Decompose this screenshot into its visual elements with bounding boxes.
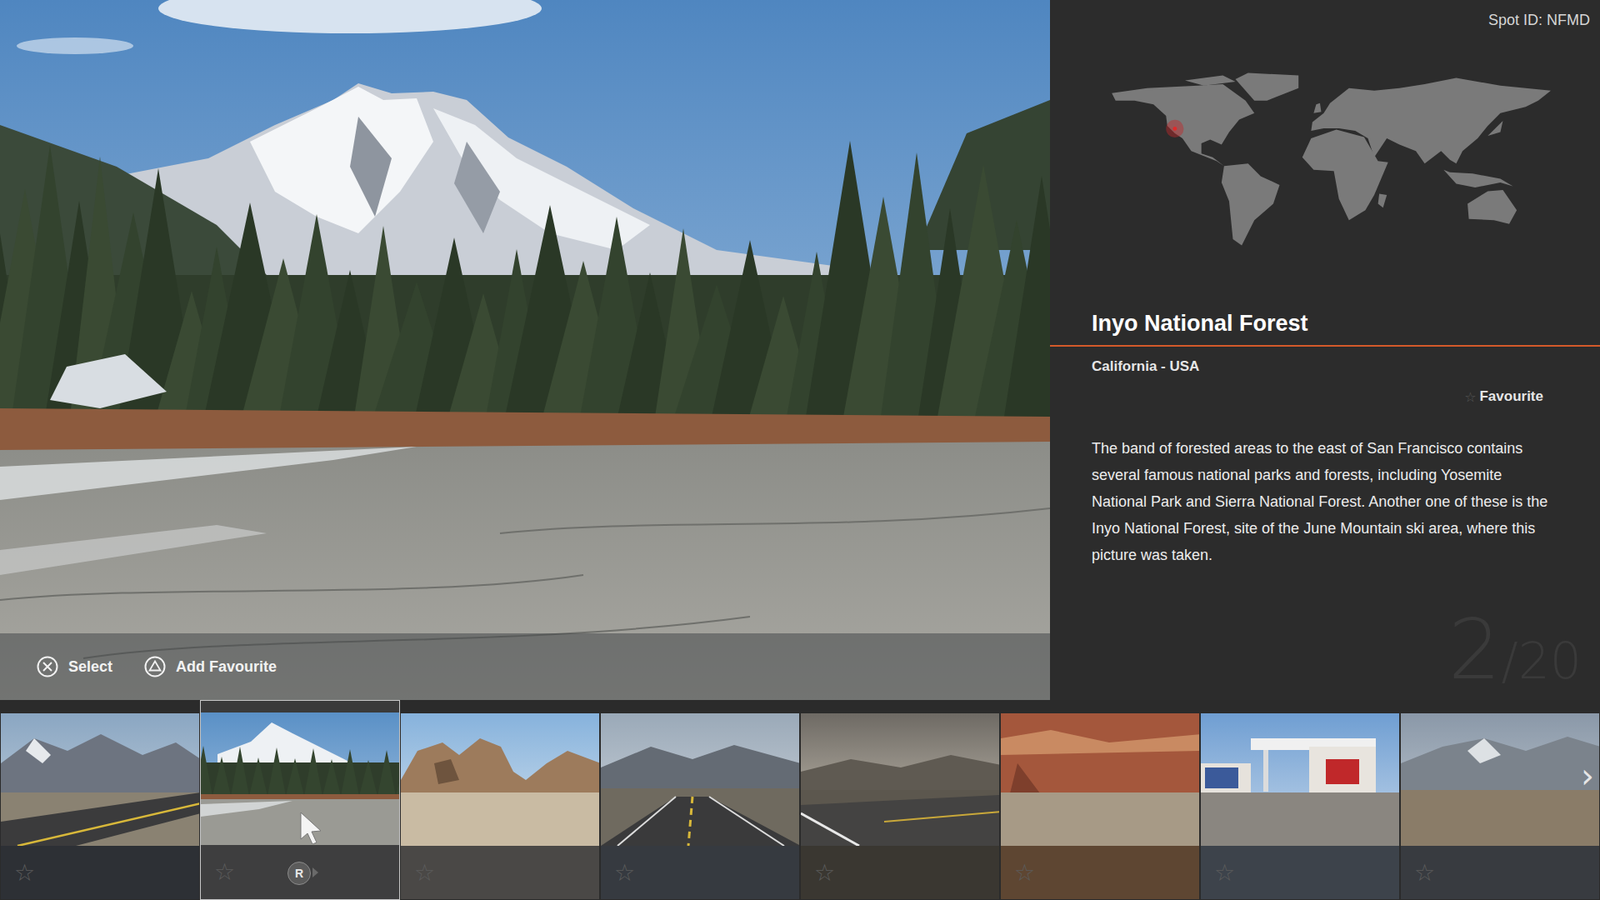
favourite-label: Favourite: [1479, 388, 1544, 405]
thumbnail-photo: [1200, 713, 1400, 846]
thumbnail-image: [800, 713, 1000, 846]
favourite-star-icon[interactable]: ☆: [414, 859, 435, 887]
photo-image: [0, 0, 1050, 700]
favourite-star-icon[interactable]: ☆: [814, 859, 835, 887]
thumbnail-bar: ☆R: [200, 845, 400, 900]
next-arrow-icon[interactable]: ›: [1580, 759, 1595, 793]
cursor-icon: [299, 810, 325, 845]
thumbnail-photo: [1400, 713, 1600, 846]
thumbnail[interactable]: ☆: [800, 700, 1000, 900]
scene-photo: Select Add Favourite: [0, 0, 1050, 700]
r-button-icon: R: [287, 861, 311, 885]
counter-total: /20: [1500, 635, 1582, 686]
badge-arrow-icon: [312, 867, 319, 878]
counter-current: 2: [1448, 608, 1502, 692]
thumbnail-bar: ☆: [400, 845, 600, 900]
star-icon: ☆: [1464, 389, 1476, 405]
thumbnail-photo: [800, 713, 1000, 846]
favourite-toggle[interactable]: ☆Favourite: [1050, 375, 1600, 405]
favourite-star-icon[interactable]: ☆: [1214, 859, 1235, 887]
favourite-star-icon[interactable]: ☆: [1014, 859, 1035, 887]
location-description: The band of forested areas to the east o…: [1050, 405, 1600, 569]
thumbnail-image: [600, 713, 800, 846]
world-map: [1050, 29, 1600, 278]
thumbnail-image: [1000, 713, 1200, 846]
thumbnail-image: [400, 713, 600, 846]
prompt-label: Select: [68, 658, 113, 676]
main-view: Select Add Favourite Spot ID: NFMD Inyo Nat…: [0, 0, 1600, 700]
button-prompts: Select Add Favourite: [0, 633, 1050, 700]
spot-id: Spot ID: NFMD: [1050, 0, 1600, 30]
thumbnail[interactable]: ☆: [400, 700, 600, 900]
world-map-image: [1096, 69, 1551, 252]
location-pin: [1165, 120, 1184, 138]
thumbnail-photo: [0, 713, 200, 846]
thumbnail-photo: [400, 713, 600, 846]
thumbnail[interactable]: ☆: [1000, 700, 1200, 900]
thumbnail-image: [1200, 713, 1400, 846]
thumbnail-bar: ☆: [800, 845, 1000, 900]
thumbnail[interactable]: ☆: [1200, 700, 1400, 900]
thumbnail-bar: ☆: [600, 845, 800, 900]
thumbnail-strip: ☆☆R☆☆☆☆☆☆›: [0, 700, 1600, 900]
thumbnail-photo: [600, 713, 800, 846]
thumbnail[interactable]: ☆›: [1400, 700, 1600, 900]
thumbnail-photo: [1000, 713, 1200, 846]
thumbnail[interactable]: ☆R: [200, 700, 400, 900]
favourite-star-icon[interactable]: ☆: [14, 859, 35, 887]
thumbnail-bar: ☆: [0, 845, 200, 900]
thumbnail[interactable]: ☆: [600, 700, 800, 900]
favourite-star-icon[interactable]: ☆: [214, 858, 235, 886]
prompt-triangle[interactable]: Add Favourite: [144, 655, 277, 678]
prompt-label: Add Favourite: [175, 658, 277, 676]
page-counter: 2/20: [1050, 608, 1600, 700]
favourite-star-icon[interactable]: ☆: [614, 859, 635, 887]
location-title: Inyo National Forest: [1050, 277, 1600, 347]
triangle-button-icon: [144, 655, 166, 678]
thumbnail-photo: [200, 712, 400, 845]
thumbnail-image: [1400, 713, 1600, 846]
cross-button-icon: [36, 655, 59, 678]
prompt-cross[interactable]: Select: [36, 655, 113, 678]
info-panel: Spot ID: NFMD Inyo National ForestCalifor…: [1050, 0, 1600, 700]
thumbnail-image: [0, 713, 200, 846]
favourite-star-icon[interactable]: ☆: [1414, 859, 1435, 887]
thumbnail-image: [200, 712, 400, 845]
spacer: [1050, 568, 1600, 609]
thumbnail-bar: ☆: [1200, 845, 1400, 900]
thumbnail-bar: ☆: [1000, 845, 1200, 900]
thumbnail[interactable]: ☆: [0, 700, 200, 900]
location-region: California - USA: [1050, 346, 1600, 375]
thumbnail-bar: ☆: [1400, 845, 1600, 900]
